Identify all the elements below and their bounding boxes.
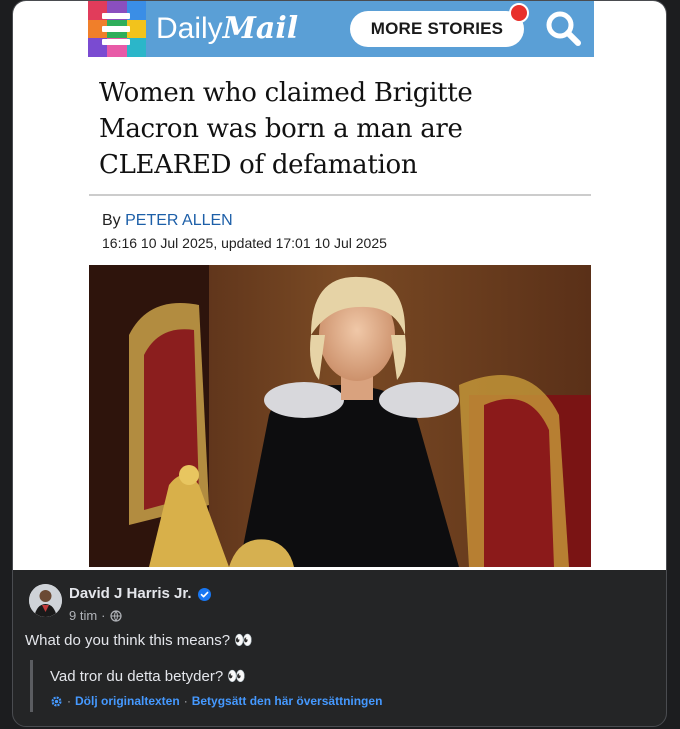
notification-dot-icon bbox=[509, 3, 529, 23]
article-author: PETER ALLEN bbox=[125, 212, 233, 229]
logo-mail: Mail bbox=[222, 11, 299, 46]
link-separator: · bbox=[183, 694, 188, 708]
daily-mail-logo: DailyMail bbox=[156, 11, 298, 47]
article-photo bbox=[89, 265, 591, 567]
post-body: David J Harris Jr. 9 tim · What do you t… bbox=[13, 570, 666, 726]
post-author-name[interactable]: David J Harris Jr. bbox=[69, 585, 192, 602]
logo-daily: Daily bbox=[156, 12, 223, 45]
avatar[interactable] bbox=[29, 584, 62, 617]
post-meta: 9 tim · bbox=[69, 608, 122, 623]
article-dates: 16:16 10 Jul 2025, updated 17:01 10 Jul … bbox=[102, 235, 387, 251]
more-stories-button: MORE STORIES bbox=[350, 11, 524, 47]
translation-links: · Dölj originaltexten · Betygsätt den hä… bbox=[50, 694, 382, 708]
byline: By PETER ALLEN bbox=[102, 212, 233, 230]
translation-text: Vad tror du detta betyder? 👀 bbox=[50, 668, 247, 685]
rate-translation-link[interactable]: Betygsätt den här översättningen bbox=[192, 694, 383, 708]
settings-gear-icon[interactable] bbox=[50, 695, 63, 708]
meta-separator: · bbox=[101, 608, 106, 623]
by-label: By bbox=[102, 212, 121, 229]
translation-bar bbox=[30, 660, 33, 712]
article-headline: Women who claimed Brigitte Macron was bo… bbox=[99, 78, 473, 180]
globe-icon bbox=[109, 609, 122, 622]
avatar-image bbox=[29, 584, 62, 617]
search-icon bbox=[546, 11, 581, 46]
post-text: What do you think this means? 👀 bbox=[25, 632, 253, 649]
post-time[interactable]: 9 tim bbox=[69, 608, 97, 623]
link-separator: · bbox=[67, 694, 71, 708]
daily-mail-header: DailyMail MORE STORIES bbox=[88, 1, 594, 57]
divider bbox=[89, 194, 591, 196]
verified-badge-icon bbox=[198, 588, 211, 601]
post-card: DailyMail MORE STORIES Women who claimed… bbox=[12, 0, 667, 727]
shared-image[interactable]: DailyMail MORE STORIES Women who claimed… bbox=[13, 1, 666, 570]
menu-icon bbox=[102, 13, 130, 45]
hide-original-link[interactable]: Dölj originaltexten bbox=[75, 694, 180, 708]
